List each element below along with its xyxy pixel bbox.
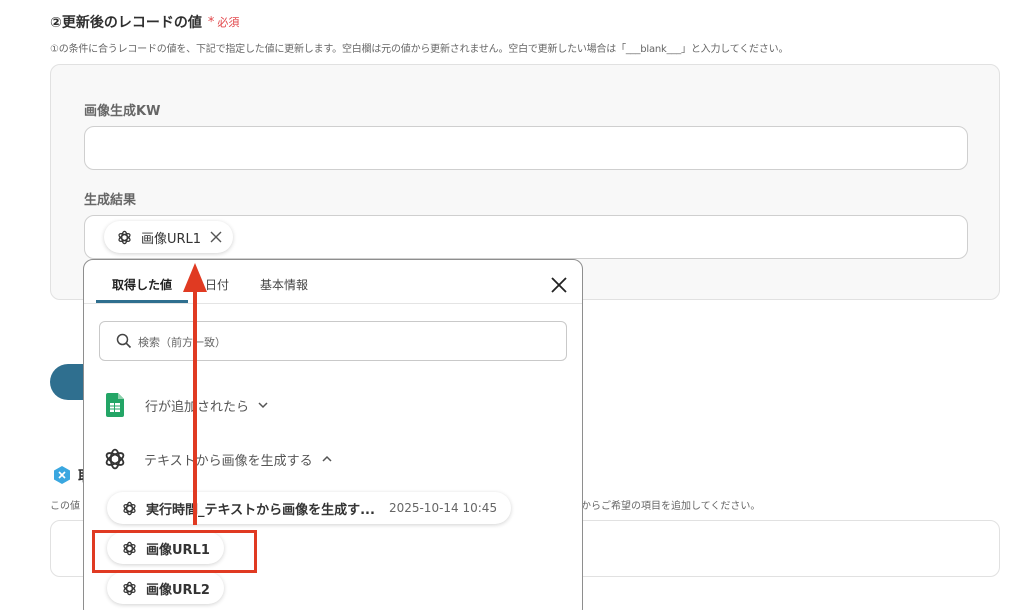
annotation-arrow bbox=[183, 263, 207, 525]
